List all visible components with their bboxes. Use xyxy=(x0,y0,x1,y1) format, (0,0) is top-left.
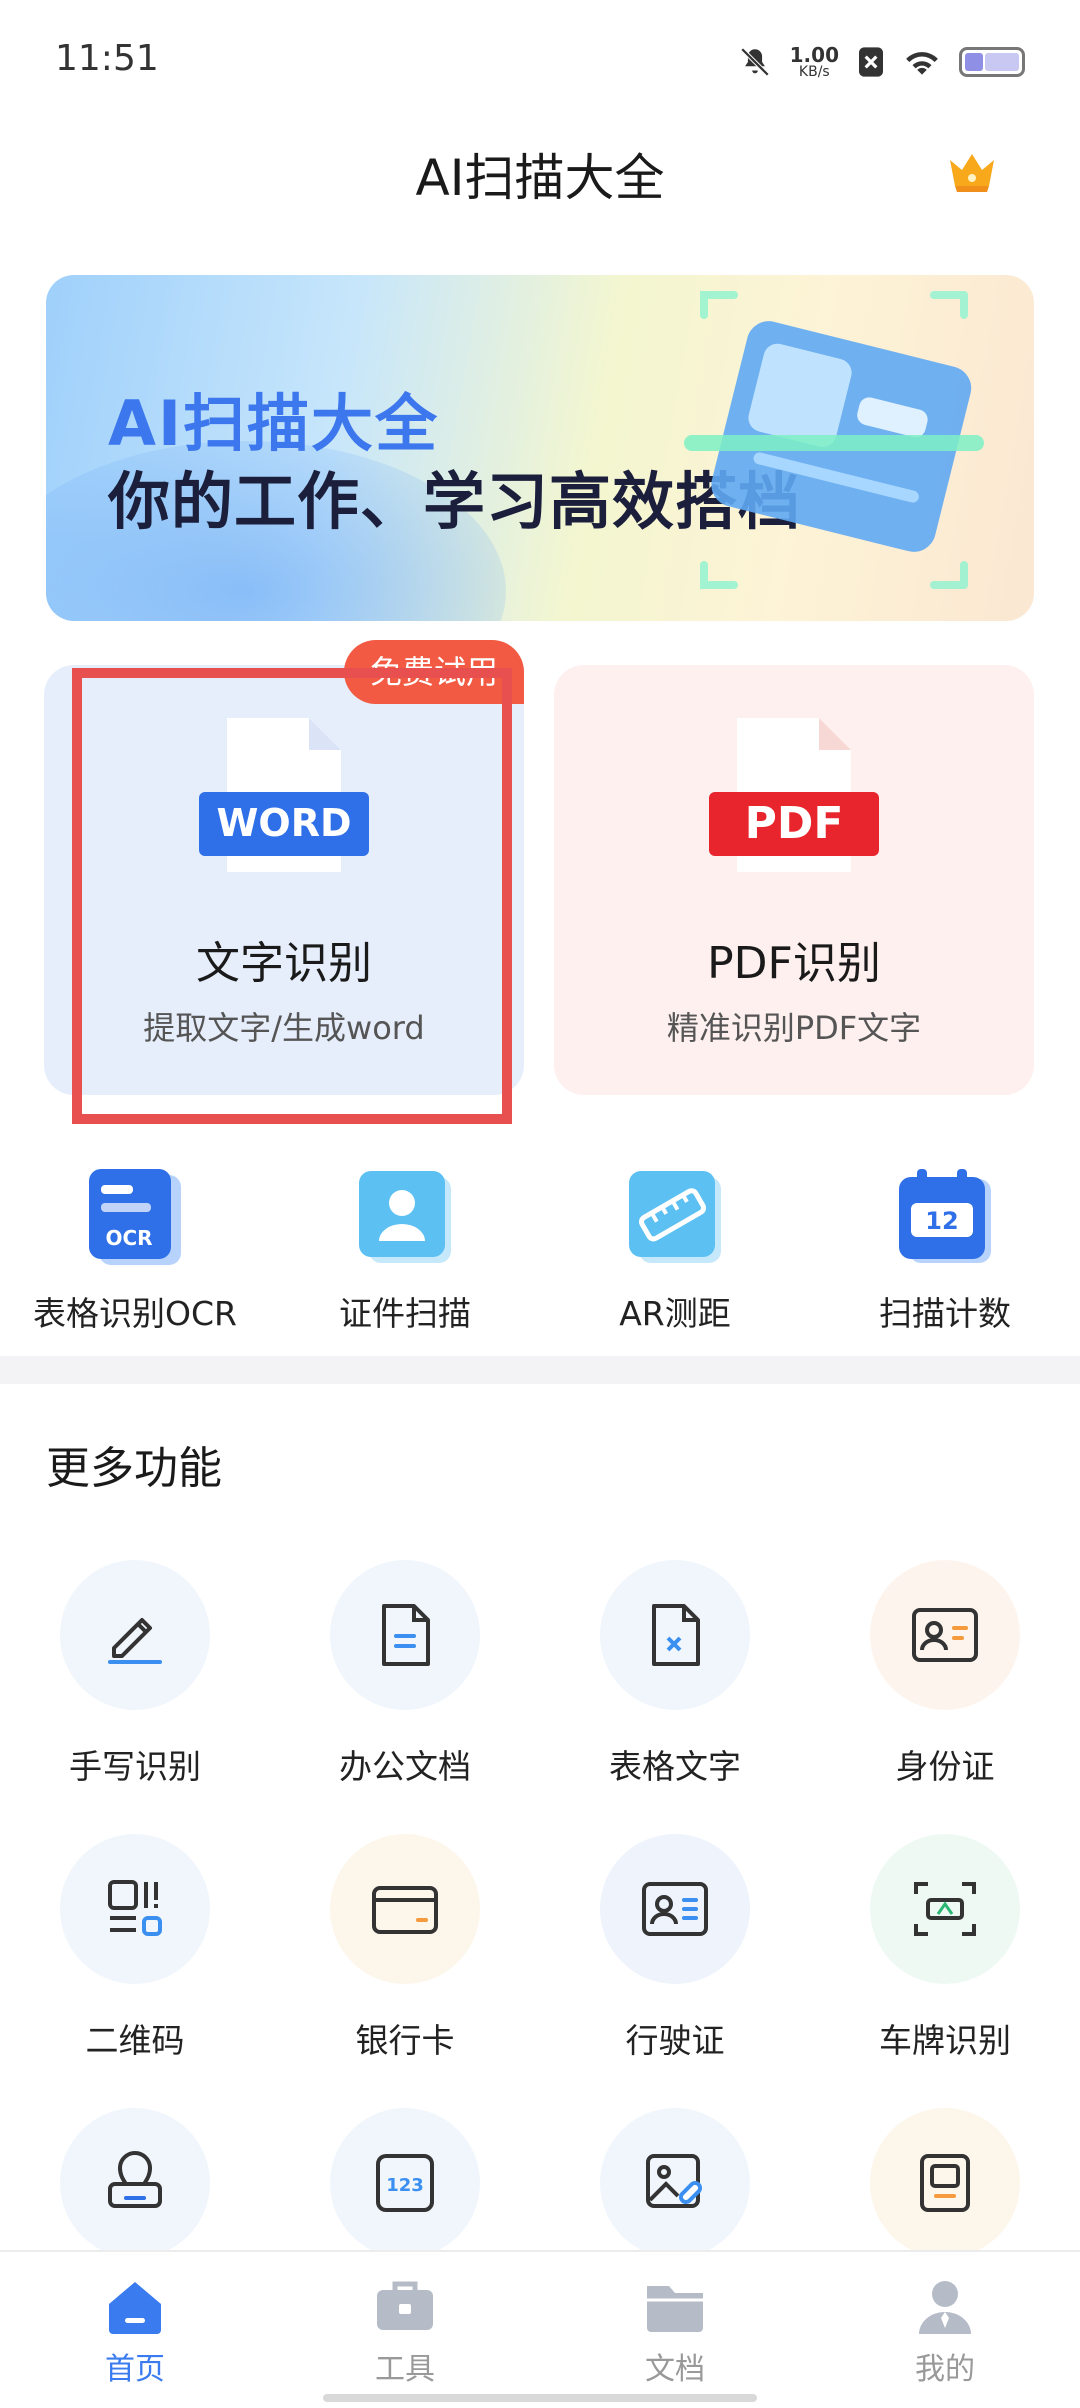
status-time: 11:51 xyxy=(55,38,159,79)
license-plate-icon xyxy=(914,1882,976,1936)
quick-tool-ocr-table[interactable]: OCR 表格识别OCR xyxy=(0,1165,270,1335)
pdf-card-title: PDF识别 xyxy=(707,938,881,989)
nav-home[interactable]: 首页 xyxy=(0,2252,270,2408)
certificate-icon xyxy=(920,2154,970,2212)
feature-label: 银行卡 xyxy=(355,2021,455,2060)
document-icon xyxy=(382,1604,430,1666)
bank-card-icon xyxy=(372,1886,438,1934)
pdf-file-icon: PDF xyxy=(709,718,879,872)
feature-label: 车牌识别 xyxy=(879,2021,1011,2060)
profile-icon xyxy=(919,2281,971,2334)
quick-tool-id-scan[interactable]: 证件扫描 xyxy=(270,1165,540,1335)
stamp-icon xyxy=(108,2151,162,2208)
nav-documents[interactable]: 文档 xyxy=(540,2252,810,2408)
quick-tool-label: 证件扫描 xyxy=(339,1294,471,1333)
nav-label: 文档 xyxy=(645,2352,705,2387)
driving-license-icon xyxy=(642,1882,708,1936)
sim-blocked-icon xyxy=(859,47,883,77)
svg-text:123: 123 xyxy=(386,2175,424,2196)
quick-tools-row: OCR 表格识别OCR 证件扫描 AR测距 12 扫描计数 xyxy=(0,1165,1080,1335)
quick-tool-ar-measure[interactable]: AR测距 xyxy=(540,1165,810,1335)
highlight-box xyxy=(72,668,512,1124)
feature-id-card[interactable]: 身份证 xyxy=(810,1560,1080,1834)
app-title: AI扫描大全 xyxy=(415,149,665,207)
wifi-icon xyxy=(906,52,938,75)
svg-text:OCR: OCR xyxy=(105,1226,152,1250)
ocr-table-icon: OCR xyxy=(89,1169,181,1265)
pdf-card-subtitle: 精准识别PDF文字 xyxy=(666,1009,922,1047)
id-scan-icon xyxy=(359,1171,451,1263)
feature-driving-license[interactable]: 行驶证 xyxy=(540,1834,810,2108)
more-features-title: 更多功能 xyxy=(46,1443,222,1494)
feature-label: 办公文档 xyxy=(339,1747,471,1786)
feature-handwriting[interactable]: 手写识别 xyxy=(0,1560,270,1834)
home-indicator[interactable] xyxy=(323,2394,757,2402)
promo-banner[interactable]: AI扫描大全 你的工作、学习高效搭档 xyxy=(46,275,1034,621)
folder-icon xyxy=(647,2286,703,2332)
nav-label: 工具 xyxy=(375,2352,435,2387)
toolbox-icon xyxy=(377,2281,433,2330)
pen-icon xyxy=(108,1618,162,1664)
nav-tools[interactable]: 工具 xyxy=(270,2252,540,2408)
section-divider xyxy=(0,1356,1080,1384)
quick-tool-label: 扫描计数 xyxy=(879,1294,1011,1333)
nav-label: 我的 xyxy=(915,2352,975,2387)
feature-office-doc[interactable]: 办公文档 xyxy=(270,1560,540,1834)
feature-label: 二维码 xyxy=(85,2021,185,2060)
net-speed: 1.00 KB/s xyxy=(789,43,839,80)
quick-tool-label: AR测距 xyxy=(619,1294,731,1333)
feature-license-plate[interactable]: 车牌识别 xyxy=(810,1834,1080,2108)
status-bar: 11:51 1.00 KB/s xyxy=(0,0,1080,120)
count-icon: 12 xyxy=(899,1169,991,1263)
nav-label: 首页 xyxy=(105,2352,165,2387)
header: AI扫描大全 xyxy=(0,120,1080,220)
crown-icon[interactable] xyxy=(944,142,1000,198)
feature-label: 表格文字 xyxy=(609,1747,741,1786)
feature-label: 行驶证 xyxy=(625,2021,725,2060)
banner-title: AI扫描大全 xyxy=(108,387,440,460)
feature-bank-card[interactable]: 银行卡 xyxy=(270,1834,540,2108)
home-icon xyxy=(109,2282,161,2334)
pdf-recognition-card[interactable]: PDF PDF识别 精准识别PDF文字 xyxy=(554,665,1034,1095)
svg-text:12: 12 xyxy=(925,1207,958,1235)
feature-qr-code[interactable]: 二维码 xyxy=(0,1834,270,2108)
qr-code-icon xyxy=(108,1880,162,1936)
quick-tool-scan-count[interactable]: 12 扫描计数 xyxy=(810,1165,1080,1335)
excel-file-icon xyxy=(652,1604,700,1666)
scan-document-illustration xyxy=(684,291,984,589)
feature-label: 手写识别 xyxy=(69,1747,201,1786)
ruler-icon xyxy=(629,1171,721,1263)
pdf-icon-text: PDF xyxy=(745,798,844,849)
battery-icon xyxy=(959,47,1025,77)
number-icon: 123 xyxy=(376,2154,434,2212)
nav-profile[interactable]: 我的 xyxy=(810,2252,1080,2408)
quick-tool-label: 表格识别OCR xyxy=(33,1294,237,1333)
image-link-icon xyxy=(646,2154,702,2208)
id-card-icon xyxy=(912,1608,978,1662)
feature-label: 身份证 xyxy=(895,1747,995,1786)
mute-bell-icon xyxy=(740,47,769,77)
bottom-nav: 首页 工具 文档 我的 xyxy=(0,2250,1080,2408)
status-icons: 1.00 KB/s xyxy=(738,40,1025,84)
feature-table-text[interactable]: 表格文字 xyxy=(540,1560,810,1834)
